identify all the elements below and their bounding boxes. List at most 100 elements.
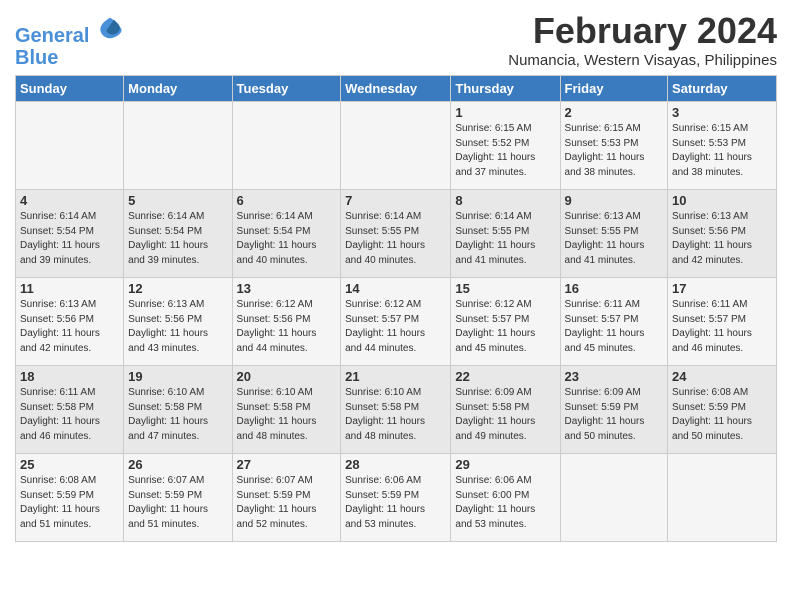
header-day-monday: Monday <box>124 76 232 102</box>
day-number: 24 <box>672 369 772 384</box>
calendar-cell: 10 Sunrise: 6:13 AMSunset: 5:56 PMDayligh… <box>668 190 777 278</box>
day-info: Sunrise: 6:14 AMSunset: 5:55 PMDaylight:… <box>455 210 555 268</box>
day-number: 11 <box>20 281 119 296</box>
calendar-cell <box>16 102 124 190</box>
logo-general: General <box>15 25 89 47</box>
calendar-cell: 18Sunrise: 6:11 AMSunset: 5:58 PMDayligh… <box>16 366 124 454</box>
day-number: 26 <box>128 457 227 472</box>
calendar-cell: 16Sunrise: 6:11 AMSunset: 5:57 PMDayligh… <box>560 278 668 366</box>
calendar-cell: 1 Sunrise: 6:15 AMSunset: 5:52 PMDaylight… <box>451 102 560 190</box>
day-number: 5 <box>128 193 227 208</box>
day-info: Sunrise: 6:07 AMSunset: 5:59 PMDaylight:… <box>237 474 337 532</box>
calendar-header: SundayMondayTuesdayWednesdayThursdayFrid… <box>16 76 777 102</box>
title-block: February 2024 Numancia, Western Visayas,… <box>508 10 777 69</box>
day-number: 12 <box>128 281 227 296</box>
calendar-table: SundayMondayTuesdayWednesdayThursdayFrid… <box>15 75 777 542</box>
day-info: Sunrise: 6:14 AMSunset: 5:54 PMDaylight:… <box>20 210 119 268</box>
calendar-cell <box>232 102 341 190</box>
calendar-cell: 2 Sunrise: 6:15 AMSunset: 5:53 PMDaylight… <box>560 102 668 190</box>
day-number: 8 <box>455 193 555 208</box>
day-number: 10 <box>672 193 772 208</box>
day-number: 28 <box>345 457 446 472</box>
day-info: Sunrise: 6:14 AMSunset: 5:54 PMDaylight:… <box>128 210 227 268</box>
calendar-cell <box>668 454 777 542</box>
day-number: 3 <box>672 105 772 120</box>
day-info: Sunrise: 6:06 AMSunset: 6:00 PMDaylight:… <box>455 474 555 532</box>
day-info: Sunrise: 6:08 AMSunset: 5:59 PMDaylight:… <box>20 474 119 532</box>
day-info: Sunrise: 6:15 AMSunset: 5:53 PMDaylight:… <box>672 122 772 180</box>
day-info: Sunrise: 6:13 AMSunset: 5:56 PMDaylight:… <box>672 210 772 268</box>
day-number: 25 <box>20 457 119 472</box>
day-info: Sunrise: 6:11 AMSunset: 5:58 PMDaylight:… <box>20 386 119 444</box>
day-info: Sunrise: 6:10 AMSunset: 5:58 PMDaylight:… <box>128 386 227 444</box>
header-day-saturday: Saturday <box>668 76 777 102</box>
calendar-body: 1 Sunrise: 6:15 AMSunset: 5:52 PMDaylight… <box>16 102 777 542</box>
day-number: 2 <box>565 105 664 120</box>
calendar-cell: 21 Sunrise: 6:10 AMSunset: 5:58 PMDayligh… <box>341 366 451 454</box>
calendar-cell <box>341 102 451 190</box>
day-number: 1 <box>455 105 555 120</box>
calendar-cell: 25 Sunrise: 6:08 AMSunset: 5:59 PMDayligh… <box>16 454 124 542</box>
day-number: 7 <box>345 193 446 208</box>
logo-blue: Blue <box>15 47 125 69</box>
calendar-cell: 6Sunrise: 6:14 AMSunset: 5:54 PMDaylight… <box>232 190 341 278</box>
week-row-4: 18Sunrise: 6:11 AMSunset: 5:58 PMDayligh… <box>16 366 777 454</box>
day-number: 27 <box>237 457 337 472</box>
calendar-cell: 7 Sunrise: 6:14 AMSunset: 5:55 PMDaylight… <box>341 190 451 278</box>
day-number: 19 <box>128 369 227 384</box>
day-number: 9 <box>565 193 664 208</box>
logo-text: General <box>15 14 125 47</box>
calendar-cell: 19 Sunrise: 6:10 AMSunset: 5:58 PMDayligh… <box>124 366 232 454</box>
calendar-cell: 28 Sunrise: 6:06 AMSunset: 5:59 PMDayligh… <box>341 454 451 542</box>
day-number: 13 <box>237 281 337 296</box>
calendar-cell <box>124 102 232 190</box>
header-row: SundayMondayTuesdayWednesdayThursdayFrid… <box>16 76 777 102</box>
week-row-1: 1 Sunrise: 6:15 AMSunset: 5:52 PMDaylight… <box>16 102 777 190</box>
day-info: Sunrise: 6:13 AMSunset: 5:56 PMDaylight:… <box>20 298 119 356</box>
day-info: Sunrise: 6:15 AMSunset: 5:52 PMDaylight:… <box>455 122 555 180</box>
day-info: Sunrise: 6:10 AMSunset: 5:58 PMDaylight:… <box>237 386 337 444</box>
calendar-cell: 9Sunrise: 6:13 AMSunset: 5:55 PMDaylight… <box>560 190 668 278</box>
day-info: Sunrise: 6:12 AMSunset: 5:57 PMDaylight:… <box>345 298 446 356</box>
week-row-3: 11 Sunrise: 6:13 AMSunset: 5:56 PMDayligh… <box>16 278 777 366</box>
calendar-cell: 27 Sunrise: 6:07 AMSunset: 5:59 PMDayligh… <box>232 454 341 542</box>
day-number: 4 <box>20 193 119 208</box>
day-number: 22 <box>455 369 555 384</box>
day-info: Sunrise: 6:08 AMSunset: 5:59 PMDaylight:… <box>672 386 772 444</box>
day-number: 17 <box>672 281 772 296</box>
calendar-cell: 22 Sunrise: 6:09 AMSunset: 5:58 PMDayligh… <box>451 366 560 454</box>
day-number: 23 <box>565 369 664 384</box>
day-info: Sunrise: 6:14 AMSunset: 5:55 PMDaylight:… <box>345 210 446 268</box>
day-info: Sunrise: 6:12 AMSunset: 5:56 PMDaylight:… <box>237 298 337 356</box>
day-number: 29 <box>455 457 555 472</box>
calendar-cell: 5 Sunrise: 6:14 AMSunset: 5:54 PMDaylight… <box>124 190 232 278</box>
day-info: Sunrise: 6:13 AMSunset: 5:56 PMDaylight:… <box>128 298 227 356</box>
location-subtitle: Numancia, Western Visayas, Philippines <box>508 52 777 69</box>
calendar-cell: 13 Sunrise: 6:12 AMSunset: 5:56 PMDayligh… <box>232 278 341 366</box>
day-number: 20 <box>237 369 337 384</box>
day-info: Sunrise: 6:09 AMSunset: 5:59 PMDaylight:… <box>565 386 664 444</box>
calendar-cell: 4 Sunrise: 6:14 AMSunset: 5:54 PMDaylight… <box>16 190 124 278</box>
calendar-cell: 12 Sunrise: 6:13 AMSunset: 5:56 PMDayligh… <box>124 278 232 366</box>
day-number: 21 <box>345 369 446 384</box>
calendar-cell: 15 Sunrise: 6:12 AMSunset: 5:57 PMDayligh… <box>451 278 560 366</box>
day-info: Sunrise: 6:09 AMSunset: 5:58 PMDaylight:… <box>455 386 555 444</box>
calendar-cell: 20 Sunrise: 6:10 AMSunset: 5:58 PMDayligh… <box>232 366 341 454</box>
header-day-wednesday: Wednesday <box>341 76 451 102</box>
day-info: Sunrise: 6:12 AMSunset: 5:57 PMDaylight:… <box>455 298 555 356</box>
week-row-2: 4 Sunrise: 6:14 AMSunset: 5:54 PMDaylight… <box>16 190 777 278</box>
header-day-sunday: Sunday <box>16 76 124 102</box>
day-info: Sunrise: 6:15 AMSunset: 5:53 PMDaylight:… <box>565 122 664 180</box>
day-number: 14 <box>345 281 446 296</box>
day-number: 15 <box>455 281 555 296</box>
day-info: Sunrise: 6:06 AMSunset: 5:59 PMDaylight:… <box>345 474 446 532</box>
calendar-cell: 11 Sunrise: 6:13 AMSunset: 5:56 PMDayligh… <box>16 278 124 366</box>
day-info: Sunrise: 6:10 AMSunset: 5:58 PMDaylight:… <box>345 386 446 444</box>
month-year-title: February 2024 <box>508 10 777 52</box>
day-number: 6 <box>237 193 337 208</box>
day-number: 16 <box>565 281 664 296</box>
header-day-tuesday: Tuesday <box>232 76 341 102</box>
logo: General Blue <box>15 14 125 69</box>
calendar-cell: 8 Sunrise: 6:14 AMSunset: 5:55 PMDaylight… <box>451 190 560 278</box>
calendar-cell: 29 Sunrise: 6:06 AMSunset: 6:00 PMDayligh… <box>451 454 560 542</box>
